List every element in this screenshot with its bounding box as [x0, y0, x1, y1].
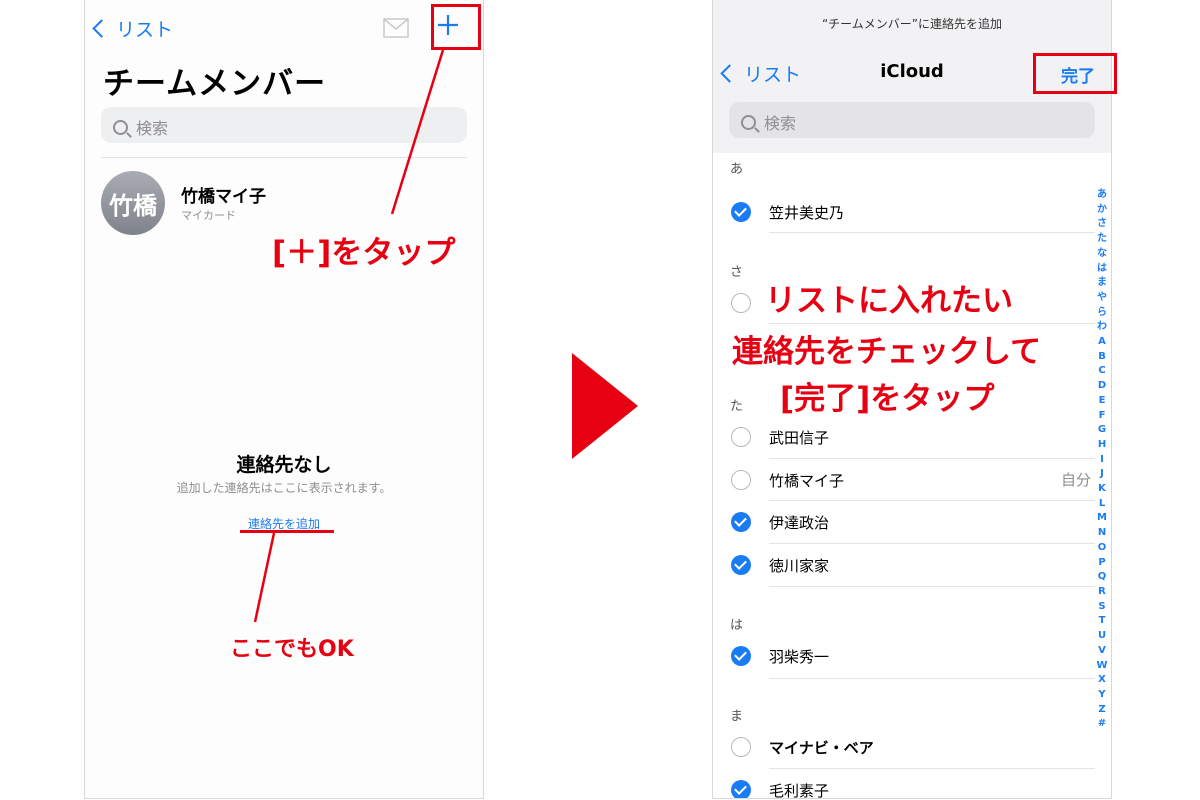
contact-name: 武田信子 [769, 429, 830, 447]
section-index-letter[interactable]: わ [1095, 320, 1109, 335]
section-index-letter[interactable]: L [1095, 497, 1109, 512]
done-highlight-box [1033, 53, 1117, 94]
section-index-letter[interactable]: Z [1095, 703, 1109, 718]
section-index-letter[interactable]: C [1095, 364, 1109, 379]
section-index-letter[interactable]: あ [1095, 188, 1109, 203]
checkbox-unchecked[interactable] [731, 737, 751, 757]
checkbox-unchecked[interactable] [731, 470, 751, 490]
section-index-letter[interactable]: N [1095, 526, 1109, 541]
contact-name: 竹橋マイ子 [769, 472, 845, 490]
section-index-letter[interactable]: R [1095, 585, 1109, 600]
section-index-letter[interactable]: V [1095, 644, 1109, 659]
section-index-letter[interactable]: F [1095, 409, 1109, 424]
list-item[interactable]: 徳川家家 [713, 544, 1111, 586]
checkbox-unchecked[interactable] [731, 427, 751, 447]
annotation-here-ok: ここでもOK [230, 637, 354, 662]
contact-name: 笠井美史乃 [769, 204, 845, 222]
divider [769, 586, 1095, 587]
contact-name: 伊達政治 [769, 514, 830, 532]
section-index-letter[interactable]: J [1095, 467, 1109, 482]
section-index-letter[interactable]: O [1095, 541, 1109, 556]
sheet-title: “チームメンバー”に連絡先を追加 [821, 17, 1003, 31]
next-arrow-icon [572, 353, 638, 459]
list-item[interactable]: 武田信子 [713, 415, 1111, 457]
divider [769, 323, 1095, 324]
contact-name: マイナビ・ベア [769, 739, 874, 757]
section-index-letter[interactable]: ま [1095, 276, 1109, 291]
section-index-letter[interactable]: K [1095, 482, 1109, 497]
section-index-letter[interactable]: な [1095, 247, 1109, 262]
list-item[interactable]: 毛利素子 [713, 769, 1111, 799]
checkbox-checked[interactable] [731, 780, 751, 798]
section-index-letter[interactable]: Q [1095, 570, 1109, 585]
section-index-letter[interactable]: W [1095, 659, 1109, 674]
annotation-right-line2: 連絡先をチェックして [732, 334, 1042, 370]
section-header: は [730, 618, 744, 633]
section-index-letter[interactable]: ら [1095, 306, 1109, 321]
section-index-letter[interactable]: # [1095, 717, 1109, 732]
section-index-letter[interactable]: E [1095, 394, 1109, 409]
checkbox-checked[interactable] [731, 555, 751, 575]
divider [769, 232, 1095, 233]
section-index-letter[interactable]: Y [1095, 688, 1109, 703]
checkbox-unchecked[interactable] [731, 293, 751, 313]
search-icon [741, 115, 756, 130]
list-item[interactable]: 笠井美史乃 [713, 188, 1111, 232]
contact-name: 羽柴秀一 [769, 648, 830, 666]
section-index[interactable]: あかさたなはまやらわ A B C D E F G H I J K L M N O P Q R S T U V W X Y Z # [1095, 188, 1109, 732]
section-header: さ [730, 265, 744, 280]
list-item[interactable]: マイナビ・ベア [713, 726, 1111, 768]
annotation-right-line3: [完了]をタップ [780, 381, 995, 417]
list-item[interactable]: 羽柴秀一 [713, 635, 1111, 677]
annotation-right-line1: リストに入れたい [765, 283, 1013, 319]
list-item[interactable]: 竹橋マイ子 自分 [713, 458, 1111, 500]
section-index-letter[interactable]: や [1095, 291, 1109, 306]
section-index-letter[interactable]: U [1095, 629, 1109, 644]
contact-list: あ 笠井美史乃 さ た 武田信子 竹橋マイ子 自分 伊達政治 徳川家家 は 羽柴… [713, 153, 1111, 799]
section-index-letter[interactable]: M [1095, 511, 1109, 526]
section-index-letter[interactable]: か [1095, 203, 1109, 218]
section-header: あ [730, 162, 744, 177]
section-index-letter[interactable]: さ [1095, 217, 1109, 232]
list-item[interactable]: 伊達政治 [713, 501, 1111, 543]
contact-name: 毛利素子 [769, 782, 830, 799]
section-index-letter[interactable]: A [1095, 335, 1109, 350]
checkbox-checked[interactable] [731, 512, 751, 532]
section-index-letter[interactable]: S [1095, 600, 1109, 615]
checkbox-checked[interactable] [731, 202, 751, 222]
section-index-letter[interactable]: I [1095, 453, 1109, 468]
me-tag: 自分 [1061, 471, 1092, 489]
section-header: ま [730, 709, 744, 724]
section-index-letter[interactable]: P [1095, 556, 1109, 571]
section-index-letter[interactable]: D [1095, 379, 1109, 394]
section-index-letter[interactable]: T [1095, 614, 1109, 629]
section-index-letter[interactable]: は [1095, 262, 1109, 277]
section-index-letter[interactable]: B [1095, 350, 1109, 365]
section-index-letter[interactable]: G [1095, 423, 1109, 438]
divider [769, 678, 1095, 679]
section-header: た [730, 399, 744, 414]
search-input[interactable]: 検索 [729, 102, 1095, 138]
contact-name: 徳川家家 [769, 557, 830, 575]
section-index-letter[interactable]: X [1095, 673, 1109, 688]
checkbox-checked[interactable] [731, 646, 751, 666]
section-index-letter[interactable]: た [1095, 232, 1109, 247]
annotation-tap-plus: [＋]をタップ [272, 235, 456, 271]
section-index-letter[interactable]: H [1095, 438, 1109, 453]
